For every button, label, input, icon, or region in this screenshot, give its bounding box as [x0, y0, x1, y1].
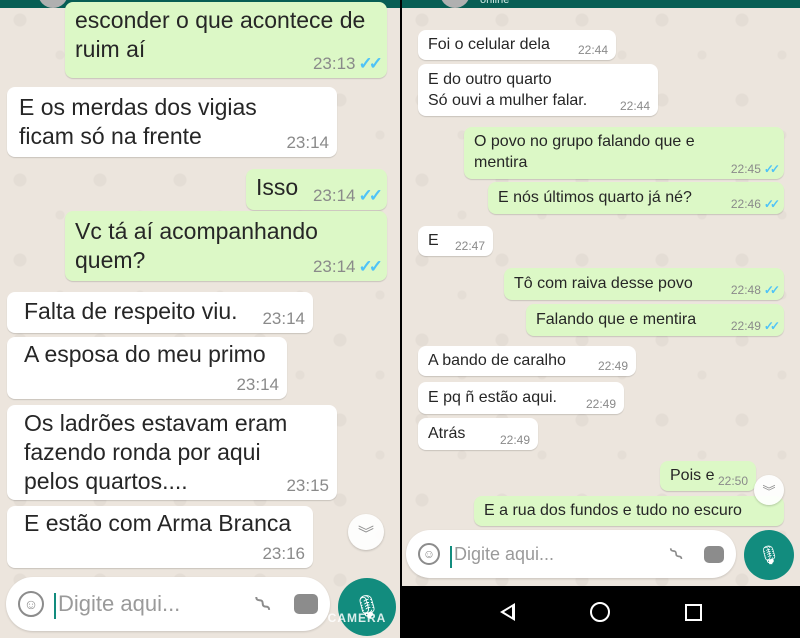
message-time: 22:48	[730, 283, 761, 297]
microphone-icon: 🎙	[757, 544, 781, 565]
message-bubble[interactable]: A esposa do meu primo 23:14	[7, 337, 287, 399]
message-bubble[interactable]: Isso 23:14 ✓✓	[246, 169, 387, 210]
scroll-to-bottom-button[interactable]: ︾	[754, 475, 784, 505]
emoji-icon[interactable]: ☺	[418, 543, 440, 565]
message-bubble[interactable]: Pois e 22:50	[660, 461, 756, 491]
camera-watermark: Z CAMERA	[315, 611, 387, 625]
message-bubble[interactable]: Falta de respeito viu. 23:14	[7, 292, 313, 333]
recent-apps-icon[interactable]	[685, 603, 703, 621]
input-placeholder: Digite aqui...	[58, 591, 181, 616]
message-bubble[interactable]: A bando de caralho 22:49	[418, 346, 636, 376]
message-bubble[interactable]: E estão com Arma Branca 23:16	[7, 506, 313, 568]
read-check-icon: ✓✓	[763, 283, 780, 297]
message-bubble[interactable]: Atrás 22:49	[418, 418, 538, 450]
contact-avatar[interactable]	[440, 0, 470, 8]
message-time: 23:14	[286, 133, 329, 152]
android-nav-bar	[402, 586, 800, 638]
right-chat-screen: online Foi o celular dela 22:44 E do out…	[402, 0, 800, 638]
message-bubble[interactable]: Vc tá aí acompanhando quem? 23:14 ✓✓	[65, 211, 387, 281]
message-time: 22:44	[577, 43, 608, 57]
message-time: 22:49	[499, 433, 530, 447]
left-chat-screen: esconder o que acontece de ruim aí 23:13…	[0, 0, 400, 638]
text-caret	[54, 593, 56, 619]
message-input[interactable]: Digite aqui...	[54, 591, 258, 619]
message-bubble[interactable]: Tô com raiva desse povo 22:48 ✓✓	[504, 268, 784, 300]
message-bubble[interactable]: Foi o celular dela 22:44	[418, 30, 616, 60]
message-time: 23:16	[262, 544, 305, 563]
read-check-icon: ✓✓	[763, 197, 780, 211]
input-placeholder: Digite aqui...	[454, 543, 555, 564]
chevron-down-icon: ︾	[357, 526, 374, 543]
scroll-to-bottom-button[interactable]: ︾	[348, 514, 384, 550]
read-check-icon: ✓✓	[763, 162, 780, 176]
message-time: 23:15	[286, 476, 329, 495]
read-check-icon: ✓✓	[763, 319, 780, 333]
message-bubble[interactable]: E nós últimos quarto já né? 22:46 ✓✓	[488, 182, 784, 214]
message-time: 23:14	[312, 257, 356, 276]
message-time: 23:14	[262, 309, 305, 328]
message-time: 22:49	[585, 397, 616, 411]
home-icon[interactable]	[589, 602, 610, 622]
message-bubble[interactable]: Os ladrões estavam eram fazendo ronda po…	[7, 405, 337, 500]
message-bubble[interactable]: E os merdas dos vigias ficam só na frent…	[7, 87, 337, 157]
emoji-icon[interactable]: ☺	[18, 591, 44, 617]
read-check-icon: ✓✓	[358, 257, 383, 276]
message-text: E estão com Arma Branca	[24, 510, 292, 536]
contact-status: online	[480, 0, 510, 6]
message-time: 22:47	[454, 239, 485, 253]
message-bubble[interactable]: E 22:47	[418, 226, 493, 256]
message-bubble[interactable]: Falando que e mentira 22:49 ✓✓	[526, 304, 784, 336]
message-time: 22:44	[619, 99, 650, 113]
message-bubble[interactable]: E a rua dos fundos e tudo no escuro	[474, 496, 784, 526]
message-bubble[interactable]: E do outro quarto Só ouvi a mulher falar…	[418, 64, 658, 116]
text-caret	[450, 545, 452, 568]
message-bubble[interactable]: O povo no grupo falando que e mentira 22…	[464, 127, 784, 179]
microphone-button[interactable]: 🎙	[338, 578, 396, 636]
message-bubble[interactable]: E pq ñ estão aqui. 22:49	[418, 382, 624, 414]
message-bubble[interactable]: esconder o que acontece de ruim aí 23:13…	[65, 2, 387, 78]
chat-header[interactable]: online	[402, 0, 800, 8]
message-input[interactable]: Digite aqui...	[450, 543, 672, 568]
microphone-button[interactable]: 🎙	[744, 530, 794, 580]
message-time: 22:49	[730, 319, 761, 333]
read-check-icon: ✓✓	[358, 54, 383, 73]
camera-icon[interactable]	[704, 545, 724, 563]
message-time: 22:49	[597, 359, 628, 373]
chevron-down-icon: ︾	[762, 483, 776, 499]
message-input-bar[interactable]: ☺ Digite aqui... ⌇	[6, 577, 330, 631]
back-icon[interactable]	[499, 603, 515, 621]
message-time: 23:13	[312, 54, 356, 73]
message-time: 22:50	[717, 474, 748, 488]
read-check-icon: ✓✓	[358, 186, 383, 205]
message-time: 23:14	[236, 375, 279, 394]
message-time: 22:45	[730, 162, 761, 176]
message-time: 23:14	[312, 186, 356, 205]
message-input-bar[interactable]: ☺ Digite aqui... ⌇	[406, 530, 736, 578]
contact-avatar[interactable]	[38, 0, 68, 8]
message-text: A esposa do meu primo	[24, 341, 266, 367]
message-text: E a rua dos fundos e tudo no escuro	[484, 502, 742, 519]
message-time: 22:46	[730, 197, 761, 211]
